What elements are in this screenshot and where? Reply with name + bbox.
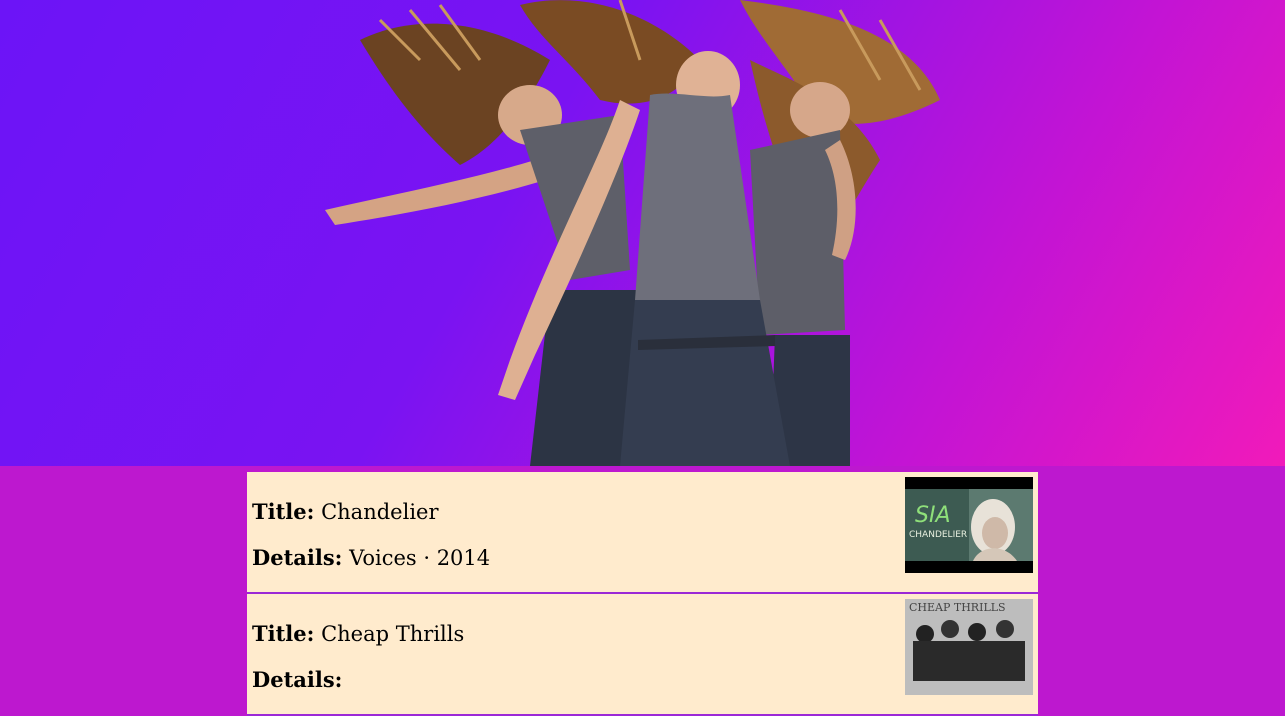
details-label: Details: [252,667,343,692]
title-label: Title: [252,499,315,524]
title-value: Cheap Thrills [321,622,465,646]
song-title: Title: Cheap Thrills [252,623,464,645]
song-title: Title: Chandelier [252,501,439,523]
title-value: Chandelier [321,500,439,524]
cheap-thrills-thumbnail[interactable]: CHEAP THRILLS [905,599,1033,695]
details-value: Voices · 2014 [349,546,491,570]
dancing-women-image [325,0,940,466]
chandelier-thumbnail[interactable]: SIA CHANDELIER [905,477,1033,573]
song-details: Details: [252,669,342,691]
thumb-logo-text: CHEAP THRILLS [909,601,1006,614]
song-card-cheap-thrills[interactable]: Title: Cheap Thrills Details: CHEAP THRI… [247,594,1038,716]
details-label: Details: [252,545,343,570]
chandelier-thumbnail-image: SIA CHANDELIER [905,477,1033,573]
thumb-logo-text: SIA [915,503,951,528]
song-list: Title: Chandelier Details: Voices · 2014… [247,472,1038,716]
hero-banner [0,0,1285,466]
title-label: Title: [252,621,315,646]
cheap-thrills-thumbnail-image: CHEAP THRILLS [905,599,1033,695]
song-details: Details: Voices · 2014 [252,547,490,569]
thumb-caption-text: CHANDELIER [909,530,967,540]
song-card-chandelier[interactable]: Title: Chandelier Details: Voices · 2014… [247,472,1038,594]
